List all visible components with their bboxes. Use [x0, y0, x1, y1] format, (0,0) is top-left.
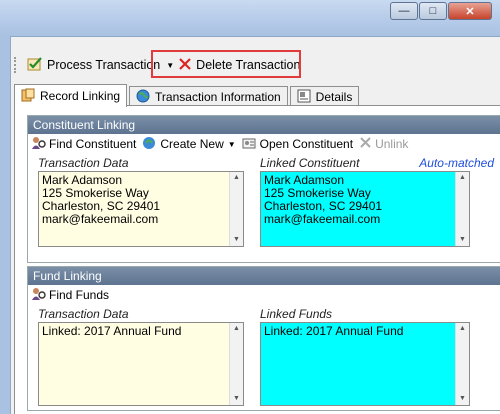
fund-linking-group: Fund Linking Find Funds Transaction Data…: [27, 266, 500, 411]
close-button[interactable]: ✕: [448, 2, 492, 20]
record-linking-panel: Constituent Linking Find Constituent Cre…: [14, 105, 500, 414]
linked-funds-scrollbar[interactable]: ▲ ▼: [455, 323, 469, 405]
linked-constituent-box[interactable]: Mark Adamson 125 Smokerise Way Charlesto…: [260, 171, 470, 247]
window-left-edge: [0, 36, 11, 414]
scroll-up-icon[interactable]: ▲: [233, 172, 240, 184]
linked-scrollbar[interactable]: ▲ ▼: [455, 172, 469, 246]
auto-matched-label: Auto-matched: [419, 156, 494, 170]
tab-details[interactable]: Details: [289, 86, 360, 107]
tab-transaction-information[interactable]: Transaction Information: [129, 86, 288, 107]
create-new-dropdown-icon[interactable]: ▼: [228, 140, 236, 149]
transaction-email: mark@fakeemail.com: [42, 212, 159, 226]
fund-transaction-data-label: Transaction Data: [38, 307, 129, 321]
link-icon: [21, 88, 35, 105]
maximize-button[interactable]: □: [419, 2, 447, 20]
find-people-icon: [31, 136, 46, 153]
find-constituent-button[interactable]: Find Constituent: [31, 136, 136, 153]
main-toolbar: Process Transaction ▼ Delete Transaction: [12, 52, 500, 78]
tab-transaction-information-label: Transaction Information: [155, 90, 281, 104]
tab-strip: Record Linking Transaction Information D…: [14, 84, 361, 107]
delete-x-icon: [178, 57, 192, 74]
minimize-button[interactable]: —: [390, 2, 418, 20]
create-new-icon: [142, 136, 157, 153]
scroll-down-icon[interactable]: ▼: [233, 393, 240, 405]
find-constituent-label: Find Constituent: [49, 137, 137, 151]
linked-funds-box[interactable]: Linked: 2017 Annual Fund ▲ ▼: [260, 322, 470, 406]
window-titlebar: — □ ✕: [0, 0, 500, 37]
unlink-button[interactable]: Unlink: [359, 136, 408, 152]
process-transaction-button[interactable]: Process Transaction: [25, 54, 162, 76]
transaction-data-box[interactable]: Mark Adamson 125 Smokerise Way Charlesto…: [38, 171, 244, 247]
details-icon: [297, 89, 311, 106]
scroll-up-icon[interactable]: ▲: [459, 172, 466, 184]
tab-record-linking[interactable]: Record Linking: [14, 84, 128, 107]
process-dropdown-icon[interactable]: ▼: [166, 61, 174, 70]
globe-icon: [136, 89, 150, 106]
scroll-down-icon[interactable]: ▼: [459, 393, 466, 405]
transaction-scrollbar[interactable]: ▲ ▼: [229, 172, 243, 246]
open-constituent-button[interactable]: Open Constituent: [242, 136, 353, 153]
find-funds-label: Find Funds: [49, 288, 110, 302]
scroll-up-icon[interactable]: ▲: [233, 323, 240, 335]
minimize-icon: —: [398, 5, 410, 17]
open-constituent-icon: [242, 136, 257, 153]
fund-transaction-line: Linked: 2017 Annual Fund: [42, 324, 182, 338]
create-new-label: Create New: [160, 137, 224, 151]
scroll-down-icon[interactable]: ▼: [459, 234, 466, 246]
tab-details-label: Details: [315, 90, 353, 104]
fund-transaction-scrollbar[interactable]: ▲ ▼: [229, 323, 243, 405]
find-funds-icon: [31, 287, 46, 304]
fund-toolbar: Find Funds: [28, 285, 500, 305]
delete-transaction-button[interactable]: Delete Transaction: [176, 54, 302, 76]
maximize-icon: □: [429, 5, 437, 17]
close-icon: ✕: [465, 5, 475, 18]
unlink-label: Unlink: [375, 137, 409, 151]
delete-transaction-label: Delete Transaction: [196, 58, 301, 72]
scroll-down-icon[interactable]: ▼: [233, 234, 240, 246]
constituent-linking-group: Constituent Linking Find Constituent Cre…: [27, 115, 500, 263]
find-funds-button[interactable]: Find Funds: [31, 287, 109, 304]
create-new-button[interactable]: Create New ▼: [142, 136, 236, 153]
linked-constituent-label: Linked Constituent: [260, 156, 360, 170]
tab-record-linking-label: Record Linking: [40, 89, 121, 103]
toolbar-grip[interactable]: [14, 57, 19, 73]
fund-linking-header: Fund Linking: [28, 267, 500, 285]
transaction-data-label: Transaction Data: [38, 156, 129, 170]
unlink-x-icon: [359, 136, 372, 152]
process-transaction-label: Process Transaction: [47, 58, 161, 72]
constituent-linking-header: Constituent Linking: [28, 116, 500, 134]
linked-funds-label: Linked Funds: [260, 307, 333, 321]
linked-email: mark@fakeemail.com: [264, 212, 381, 226]
linked-fund-line: Linked: 2017 Annual Fund: [264, 324, 404, 338]
open-constituent-label: Open Constituent: [259, 137, 354, 151]
constituent-toolbar: Find Constituent Create New ▼ Open Const…: [28, 134, 500, 154]
scroll-up-icon[interactable]: ▲: [459, 323, 466, 335]
fund-transaction-box[interactable]: Linked: 2017 Annual Fund ▲ ▼: [38, 322, 244, 406]
process-check-icon: [27, 56, 43, 75]
window-controls: — □ ✕: [389, 2, 492, 20]
